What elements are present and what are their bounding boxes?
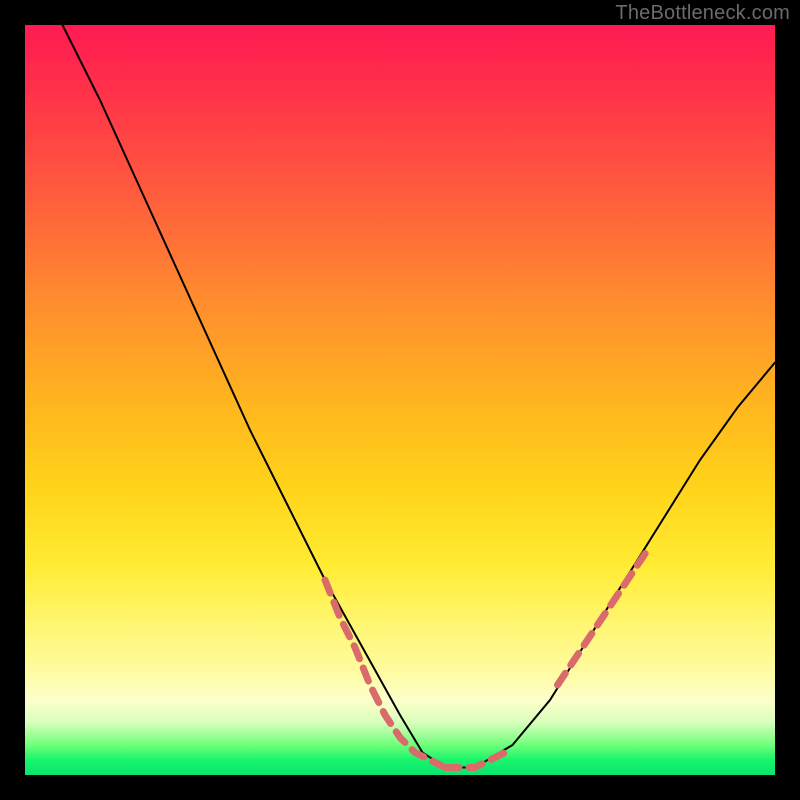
watermark: TheBottleneck.com bbox=[615, 2, 790, 25]
plot-area bbox=[25, 25, 775, 775]
chart-frame: TheBottleneck.com bbox=[0, 0, 800, 800]
curve-layer bbox=[25, 25, 775, 775]
bottleneck-curve bbox=[63, 25, 776, 768]
dash-segment-valley bbox=[445, 753, 505, 768]
dash-segment-left bbox=[325, 580, 445, 768]
dash-segment-right bbox=[558, 550, 648, 685]
